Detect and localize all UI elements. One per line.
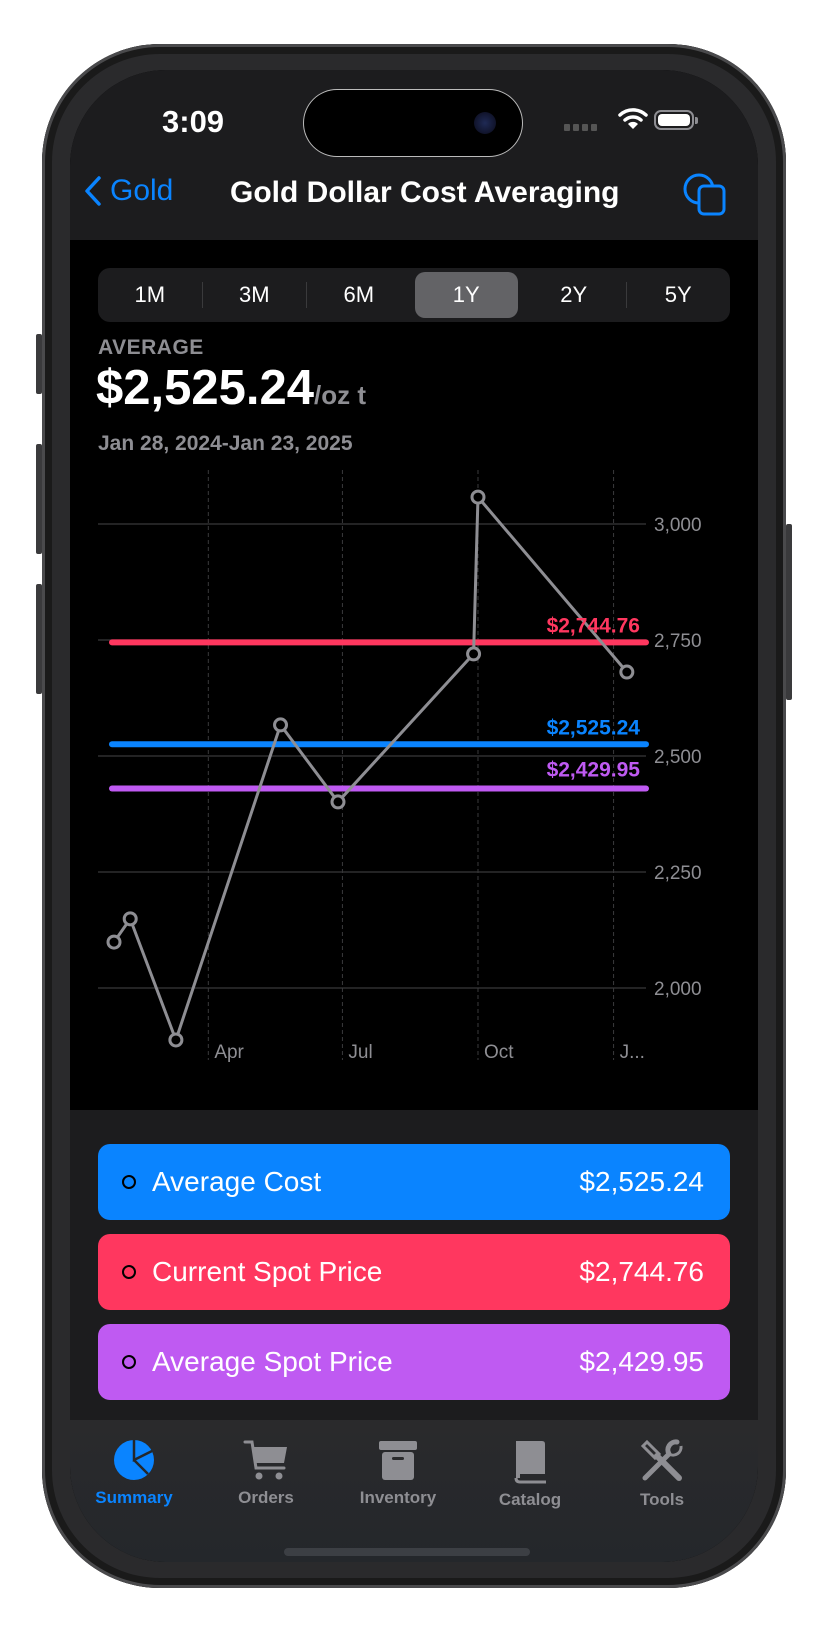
x-tick-label: Apr [214, 1042, 244, 1063]
y-tick-label: 2,000 [654, 979, 702, 1000]
x-tick-label: J... [620, 1042, 645, 1063]
y-tick-label: 3,000 [654, 515, 702, 536]
square-on-circle-icon[interactable] [682, 172, 728, 216]
tab-orders[interactable]: Orders [206, 1438, 326, 1508]
circle-icon [122, 1175, 136, 1189]
tab-summary[interactable]: Summary [74, 1438, 194, 1508]
range-5y[interactable]: 5Y [627, 268, 731, 322]
card-value: $2,429.95 [579, 1346, 704, 1377]
date-range: Jan 28, 2024-Jan 23, 2025 [98, 432, 353, 455]
dynamic-island [304, 90, 522, 156]
volume-down-button [36, 584, 42, 694]
tab-inventory[interactable]: Inventory [338, 1438, 458, 1508]
range-1y[interactable]: 1Y [414, 272, 518, 318]
chevron-left-icon [85, 176, 101, 206]
card-value: $2,744.76 [579, 1256, 704, 1287]
tab-label: Orders [238, 1488, 294, 1507]
y-tick-label: 2,500 [654, 747, 702, 768]
x-tick-label: Oct [484, 1042, 514, 1063]
tab-label: Summary [95, 1488, 173, 1507]
back-label: Gold [110, 174, 174, 207]
y-tick-label: 2,750 [654, 631, 702, 652]
tab-label: Tools [639, 1490, 685, 1509]
average-label: AVERAGE [98, 336, 204, 359]
data-point [168, 1032, 184, 1048]
data-point [106, 934, 122, 950]
circle-icon [122, 1265, 136, 1279]
page-title: Gold Dollar Cost Averaging [230, 176, 620, 209]
x-tick-label: Jul [348, 1042, 372, 1063]
cellular-signal-icon [564, 124, 597, 131]
data-point [330, 794, 346, 810]
side-button [786, 524, 792, 700]
header: 3:09 Gold Gold Dollar Cost Averaging [70, 70, 758, 240]
reference-label: $2,744.76 [547, 614, 640, 637]
reference-label: $2,429.95 [547, 759, 641, 782]
archive-box-icon [379, 1441, 417, 1480]
camera-icon [474, 112, 496, 134]
back-button[interactable]: Gold [84, 174, 173, 208]
tab-label: Inventory [359, 1488, 437, 1507]
data-point [470, 489, 486, 505]
data-point [466, 646, 482, 662]
tab-catalog[interactable]: Catalog [470, 1438, 590, 1510]
card-label: Average Cost [152, 1166, 322, 1197]
cart-icon [243, 1440, 287, 1480]
current-spot-price-card[interactable]: Current Spot Price $2,744.76 [98, 1234, 730, 1310]
tab-label: Catalog [498, 1490, 562, 1509]
battery-icon [654, 110, 698, 130]
card-label: Current Spot Price [152, 1256, 383, 1287]
legend-cards: Average Cost $2,525.24 Current Spot Pric… [70, 1110, 758, 1440]
range-3m[interactable]: 3M [203, 268, 307, 322]
pie-chart-icon [114, 1440, 154, 1480]
circle-icon [122, 1355, 136, 1369]
price-chart[interactable]: Apr Jul Oct J... 3,000 2,750 2,500 2,250 2,000 $2… [70, 460, 758, 1070]
average-cost-card[interactable]: Average Cost $2,525.24 [98, 1144, 730, 1220]
card-label: Average Spot Price [152, 1346, 393, 1377]
wifi-icon [618, 108, 648, 129]
book-icon [514, 1441, 546, 1484]
range-selector: 1M 3M 6M 1Y 2Y 5Y [98, 268, 730, 322]
screen: 3:09 Gold Gold Dollar Cost Averaging 1M … [70, 70, 758, 1562]
status-time: 3:09 [162, 104, 225, 139]
y-tick-label: 2,250 [654, 863, 702, 884]
card-value: $2,525.24 [579, 1166, 704, 1197]
range-1m[interactable]: 1M [98, 268, 202, 322]
reference-label: $2,525.24 [547, 716, 641, 739]
data-point [619, 664, 635, 680]
average-unit: /oz t [314, 380, 366, 410]
tab-tools[interactable]: Tools [602, 1438, 722, 1510]
range-6m[interactable]: 6M [307, 268, 411, 322]
tab-bar: Summary Orders Inventory Catalog Tools [70, 1420, 758, 1562]
average-value: $2,525.24/oz t [96, 360, 366, 416]
range-2y[interactable]: 2Y [522, 268, 626, 322]
average-spot-price-card[interactable]: Average Spot Price $2,429.95 [98, 1324, 730, 1400]
home-indicator[interactable] [284, 1548, 530, 1556]
volume-up-button [36, 444, 42, 554]
average-amount: $2,525.24 [96, 361, 314, 415]
action-button [36, 334, 42, 394]
data-point [273, 717, 289, 733]
tools-icon [640, 1439, 683, 1481]
data-point [122, 911, 138, 927]
